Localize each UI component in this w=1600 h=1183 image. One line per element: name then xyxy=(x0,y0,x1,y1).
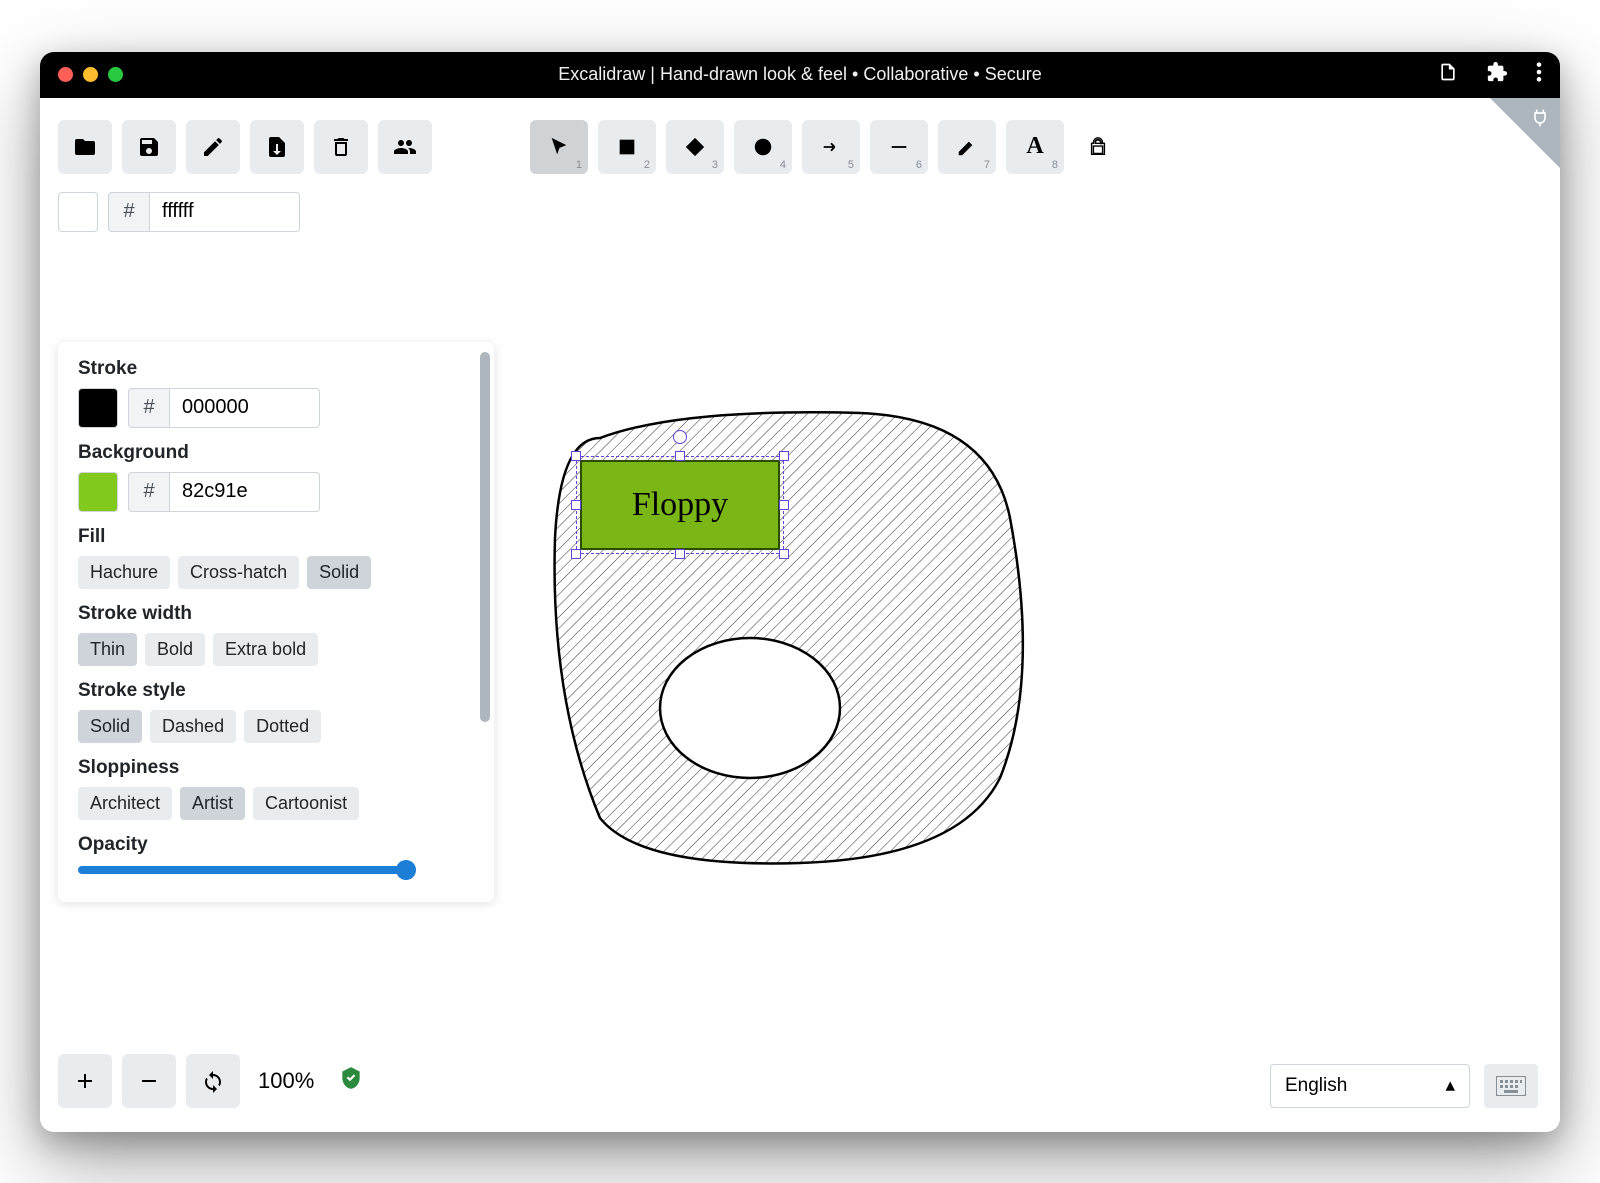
tool-draw[interactable]: 7 xyxy=(938,120,996,174)
language-value: English xyxy=(1285,1075,1347,1097)
selection-handle-nw[interactable] xyxy=(571,451,581,461)
app-body: # 1 2 3 4 5 xyxy=(40,98,1560,1132)
fill-hachure[interactable]: Hachure xyxy=(78,556,170,589)
language-select[interactable]: English ▴ xyxy=(1270,1064,1470,1108)
chevron-up-icon: ▴ xyxy=(1445,1074,1455,1097)
opacity-slider-thumb[interactable] xyxy=(396,860,416,880)
selection-handle-ne[interactable] xyxy=(779,451,789,461)
close-window-button[interactable] xyxy=(58,67,73,82)
selection-outline xyxy=(576,456,784,554)
tool-line[interactable]: 6 xyxy=(870,120,928,174)
canvas[interactable]: Floppy xyxy=(500,198,1500,998)
sloppiness-label: Sloppiness xyxy=(78,757,494,779)
extension-icon[interactable] xyxy=(1486,61,1508,88)
plug-icon xyxy=(1530,108,1550,133)
background-input[interactable] xyxy=(170,472,320,512)
collaborate-button[interactable] xyxy=(378,120,432,174)
keyboard-shortcuts-button[interactable] xyxy=(1484,1064,1538,1108)
tool-ellipse[interactable]: 4 xyxy=(734,120,792,174)
stroke-style-label: Stroke style xyxy=(78,680,494,702)
lock-button[interactable] xyxy=(1078,127,1118,167)
fill-options: Hachure Cross-hatch Solid xyxy=(78,556,494,589)
sw-bold[interactable]: Bold xyxy=(145,633,205,666)
sloppiness-options: Architect Artist Cartoonist xyxy=(78,787,494,820)
ss-dotted[interactable]: Dotted xyxy=(244,710,321,743)
save-button[interactable] xyxy=(122,120,176,174)
tool-text[interactable]: A 8 xyxy=(1006,120,1064,174)
selection-handle-se[interactable] xyxy=(779,549,789,559)
tool-arrow[interactable]: 5 xyxy=(802,120,860,174)
maximize-window-button[interactable] xyxy=(108,67,123,82)
hash-label: # xyxy=(108,192,150,232)
zoom-bar: 100% xyxy=(58,1054,364,1108)
fill-solid[interactable]: Solid xyxy=(307,556,371,589)
tool-rectangle[interactable]: 2 xyxy=(598,120,656,174)
selection-handle-e[interactable] xyxy=(779,500,789,510)
open-button[interactable] xyxy=(58,120,112,174)
fill-label: Fill xyxy=(78,526,494,548)
file-toolbar xyxy=(58,120,432,174)
selection-handle-s[interactable] xyxy=(675,549,685,559)
opacity-label: Opacity xyxy=(78,834,494,856)
sw-thin[interactable]: Thin xyxy=(78,633,137,666)
canvas-bg-input[interactable] xyxy=(150,192,300,232)
selection-handle-w[interactable] xyxy=(571,500,581,510)
fill-crosshatch[interactable]: Cross-hatch xyxy=(178,556,299,589)
sw-extrabold[interactable]: Extra bold xyxy=(213,633,318,666)
zoom-out-button[interactable] xyxy=(122,1054,176,1108)
tool-select[interactable]: 1 xyxy=(530,120,588,174)
stroke-label: Stroke xyxy=(78,358,494,380)
stroke-swatch[interactable] xyxy=(78,388,118,428)
background-swatch[interactable] xyxy=(78,472,118,512)
sl-artist[interactable]: Artist xyxy=(180,787,245,820)
titlebar: Excalidraw | Hand-drawn look & feel • Co… xyxy=(40,52,1560,98)
sl-cartoonist[interactable]: Cartoonist xyxy=(253,787,359,820)
page-title: Excalidraw | Hand-drawn look & feel • Co… xyxy=(558,64,1042,85)
minimize-window-button[interactable] xyxy=(83,67,98,82)
stroke-width-label: Stroke width xyxy=(78,603,494,625)
stroke-input[interactable] xyxy=(170,388,320,428)
selection-handle-sw[interactable] xyxy=(571,549,581,559)
canvas-background-row: # xyxy=(58,192,300,232)
zoom-reset-button[interactable] xyxy=(186,1054,240,1108)
menu-dots-icon[interactable] xyxy=(1536,61,1542,88)
encryption-shield-icon[interactable] xyxy=(338,1065,364,1096)
sl-architect[interactable]: Architect xyxy=(78,787,172,820)
props-scrollbar[interactable] xyxy=(480,352,490,722)
window-controls xyxy=(58,67,123,82)
selection-handle-n[interactable] xyxy=(675,451,685,461)
rotation-handle[interactable] xyxy=(673,430,687,444)
opacity-slider[interactable] xyxy=(78,866,408,874)
shape-toolbar: 1 2 3 4 5 6 7 xyxy=(530,120,1118,174)
export-button[interactable] xyxy=(250,120,304,174)
save-as-button[interactable] xyxy=(186,120,240,174)
zoom-in-button[interactable] xyxy=(58,1054,112,1108)
hash-label: # xyxy=(128,388,170,428)
stroke-width-options: Thin Bold Extra bold xyxy=(78,633,494,666)
stroke-style-options: Solid Dashed Dotted xyxy=(78,710,494,743)
ss-dashed[interactable]: Dashed xyxy=(150,710,236,743)
properties-panel: Stroke # Background # Fill xyxy=(58,342,494,902)
app-window: Excalidraw | Hand-drawn look & feel • Co… xyxy=(40,52,1560,1132)
background-label: Background xyxy=(78,442,494,464)
file-icon[interactable] xyxy=(1438,61,1458,88)
tool-diamond[interactable]: 3 xyxy=(666,120,724,174)
ss-solid[interactable]: Solid xyxy=(78,710,142,743)
canvas-bg-swatch[interactable] xyxy=(58,192,98,232)
hash-label: # xyxy=(128,472,170,512)
clear-canvas-button[interactable] xyxy=(314,120,368,174)
zoom-percentage: 100% xyxy=(258,1068,314,1094)
